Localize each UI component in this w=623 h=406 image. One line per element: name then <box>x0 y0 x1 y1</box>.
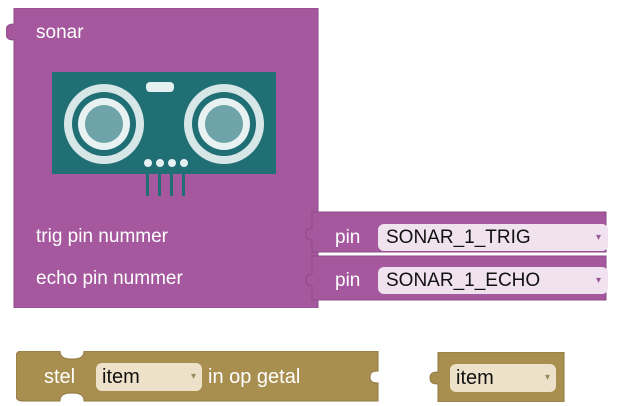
trig-pin-value: SONAR_1_TRIG <box>386 227 531 248</box>
ultrasonic-sensor-icon <box>52 72 276 196</box>
trig-pin-prefix: pin <box>335 227 361 248</box>
get-variable-block[interactable]: item ▾ <box>428 352 568 402</box>
get-variable-name: item <box>456 367 494 389</box>
dropdown-caret-icon: ▾ <box>595 232 601 243</box>
echo-pin-value: SONAR_1_ECHO <box>386 270 541 291</box>
dropdown-caret-icon: ▾ <box>544 372 550 383</box>
echo-pin-label: echo pin nummer <box>36 268 183 289</box>
sonar-block-title: sonar <box>36 22 84 43</box>
trig-pin-label: trig pin nummer <box>36 226 168 247</box>
dropdown-caret-icon: ▾ <box>595 275 601 286</box>
set-variable-name: item <box>102 366 140 388</box>
sonar-block[interactable]: sonar trig pin nummer echo pin nummer pi… <box>6 8 614 308</box>
trig-pin-dropdown[interactable]: SONAR_1_TRIG ▾ <box>378 224 608 251</box>
set-variable-block[interactable]: stel item ▾ in op getal <box>16 351 382 403</box>
set-variable-prefix: stel <box>44 366 76 388</box>
echo-pin-dropdown[interactable]: SONAR_1_ECHO ▾ <box>378 267 608 294</box>
get-variable-dropdown[interactable]: item ▾ <box>450 364 556 392</box>
dropdown-caret-icon: ▾ <box>190 371 196 382</box>
blocks-workspace: sonar trig pin nummer echo pin nummer pi… <box>0 0 623 406</box>
set-variable-suffix: in op getal <box>208 366 301 388</box>
set-variable-dropdown[interactable]: item ▾ <box>96 363 202 391</box>
echo-pin-prefix: pin <box>335 270 361 291</box>
